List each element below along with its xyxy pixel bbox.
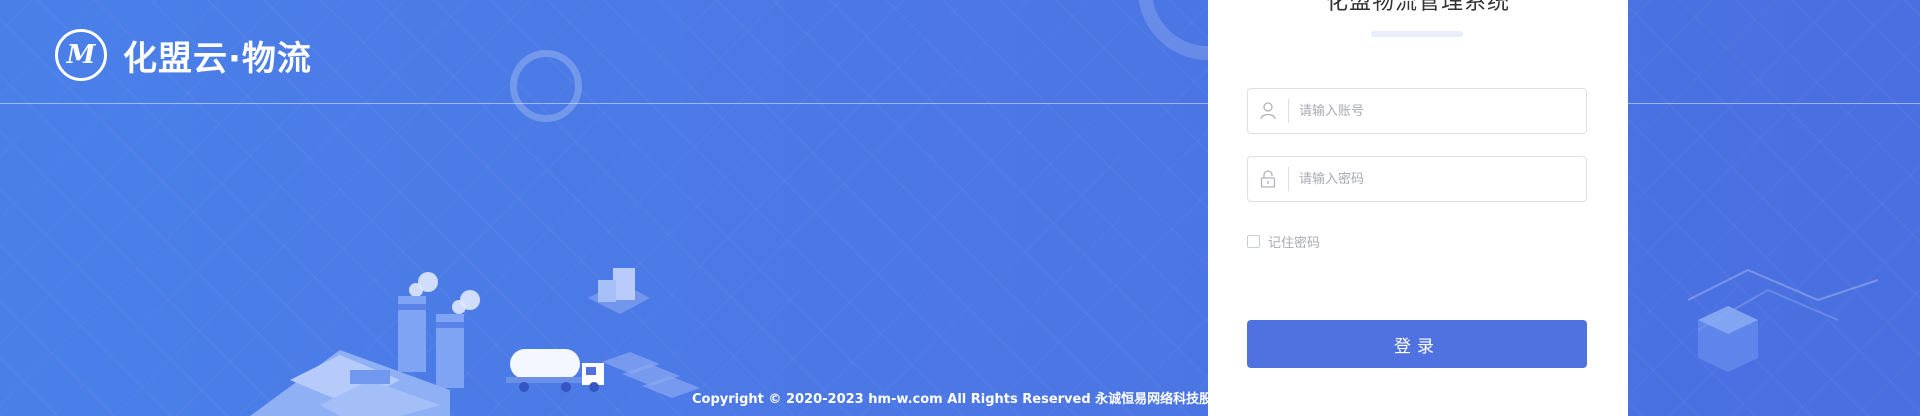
user-icon [1248, 89, 1288, 133]
username-field[interactable] [1247, 88, 1587, 134]
remember-checkbox[interactable] [1247, 235, 1260, 248]
username-input[interactable] [1289, 88, 1586, 134]
login-card: 化盟物流管理系统 记住密码 登录 [1208, 0, 1628, 416]
title-underline [1371, 31, 1463, 37]
brand-logo: M 化盟云·物流 [55, 29, 312, 81]
remember-password[interactable]: 记住密码 [1247, 232, 1320, 251]
remember-label: 记住密码 [1268, 236, 1321, 251]
network-decoration [1687, 268, 1879, 372]
logo-mark-icon: M [55, 29, 107, 81]
login-title: 化盟物流管理系统 [1325, 0, 1510, 15]
brand-name: 化盟云·物流 [123, 38, 312, 79]
lock-icon [1248, 157, 1288, 201]
copyright-text: Copyright © 2020-2023 hm-w.com All Right… [692, 392, 1278, 407]
password-field[interactable] [1247, 156, 1587, 202]
decor-ring-small [510, 50, 582, 122]
password-input[interactable] [1289, 156, 1586, 202]
logo-letter: M [66, 40, 96, 70]
login-button[interactable]: 登录 [1247, 320, 1587, 368]
